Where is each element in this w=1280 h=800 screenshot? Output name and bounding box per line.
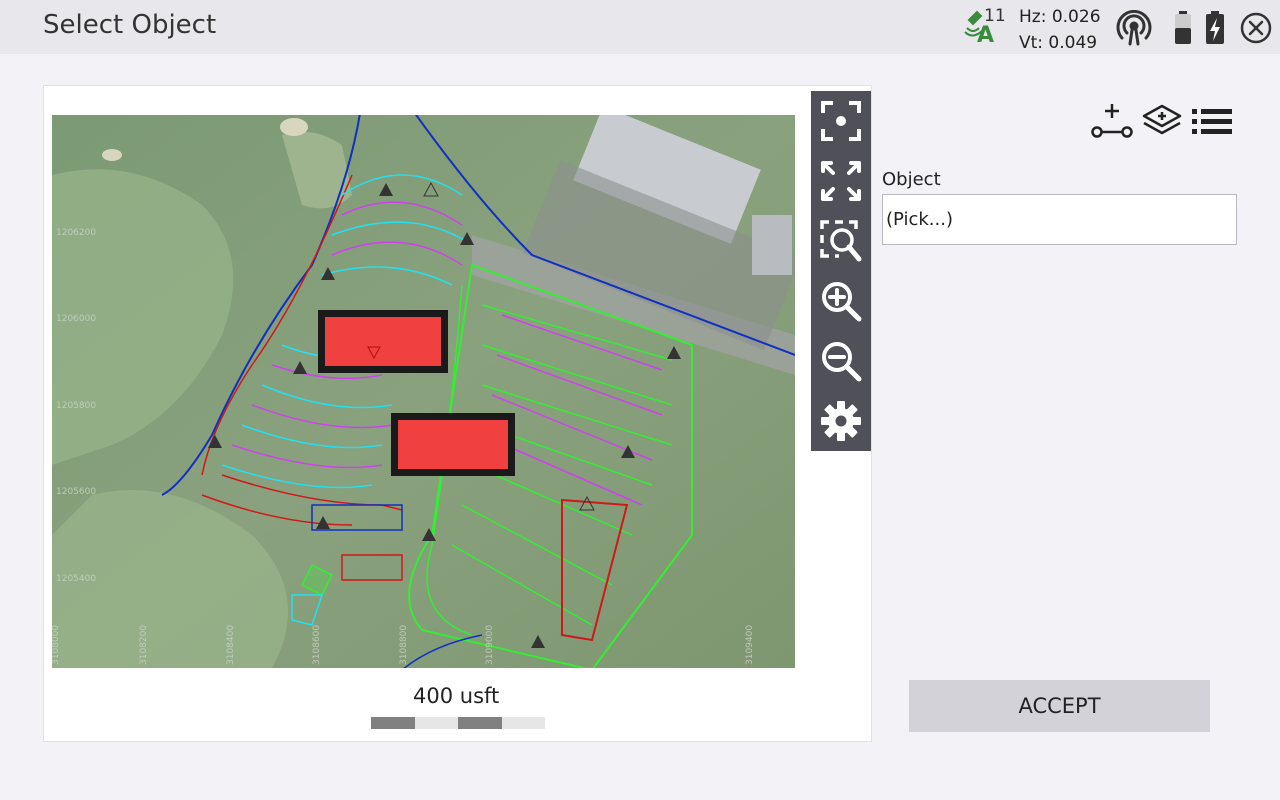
page-title: Select Object	[43, 10, 217, 40]
zoom-extents-button[interactable]	[811, 151, 871, 211]
object-input[interactable]	[882, 194, 1237, 245]
vt-precision: Vt: 0.049	[1019, 33, 1098, 53]
northing-label: 1205800	[56, 401, 96, 411]
gnss-mode-label: A	[977, 23, 994, 46]
building-fill	[325, 317, 441, 366]
map-panel: 1206200 1206000 1205800 1205600 1205400 …	[43, 85, 872, 742]
northing-label: 1206200	[56, 228, 96, 238]
close-icon[interactable]	[1239, 11, 1273, 45]
object-label: Object	[882, 169, 941, 190]
zoom-to-selection-icon	[821, 101, 861, 141]
accept-button[interactable]: ACCEPT	[909, 680, 1210, 732]
map-toolbar	[811, 91, 871, 451]
precision-readout: Hz: 0.026 Vt: 0.049	[1019, 4, 1101, 56]
zoom-to-selection-button[interactable]	[811, 91, 871, 151]
easting-label: 3109400	[745, 625, 755, 665]
layers-icon[interactable]	[1141, 102, 1183, 142]
add-point-icon[interactable]	[1090, 102, 1134, 142]
zoom-out-icon	[822, 342, 862, 382]
easting-label: 3108800	[399, 625, 409, 665]
map-canvas[interactable]: 1206200 1206000 1205800 1205600 1205400 …	[52, 115, 795, 668]
title-bar: Select Object A 11 Hz: 0.026 Vt: 0.049	[0, 0, 1280, 54]
zoom-out-button[interactable]	[811, 331, 871, 391]
sand-trap	[102, 149, 122, 161]
building-fill	[398, 420, 508, 469]
easting-label: 3108000	[52, 625, 61, 665]
easting-label: 3109000	[485, 625, 495, 665]
list-icon[interactable]	[1190, 102, 1234, 142]
scale-bar	[371, 717, 545, 729]
easting-label: 3108600	[312, 625, 322, 665]
radio-signal-icon[interactable]	[1116, 10, 1152, 46]
northing-label: 1205400	[56, 574, 96, 584]
scale-label: 400 usft	[413, 684, 500, 708]
hz-precision: Hz: 0.026	[1019, 7, 1101, 27]
zoom-in-button[interactable]	[811, 271, 871, 331]
battery-charging-icon	[1206, 11, 1224, 44]
zoom-in-icon	[822, 282, 862, 322]
northing-label: 1205600	[56, 487, 96, 497]
building-roof	[752, 215, 792, 275]
northing-label: 1206000	[56, 314, 96, 324]
easting-label: 3108400	[226, 625, 236, 665]
battery-icon	[1175, 11, 1191, 44]
satellite-count: 11	[984, 6, 1006, 26]
easting-label: 3108200	[139, 625, 149, 665]
sand-trap	[280, 118, 308, 136]
settings-gear-icon	[821, 401, 861, 441]
zoom-window-button[interactable]	[811, 211, 871, 271]
zoom-extents-icon	[821, 161, 861, 201]
zoom-window-icon	[820, 220, 862, 262]
map-settings-button[interactable]	[811, 391, 871, 451]
